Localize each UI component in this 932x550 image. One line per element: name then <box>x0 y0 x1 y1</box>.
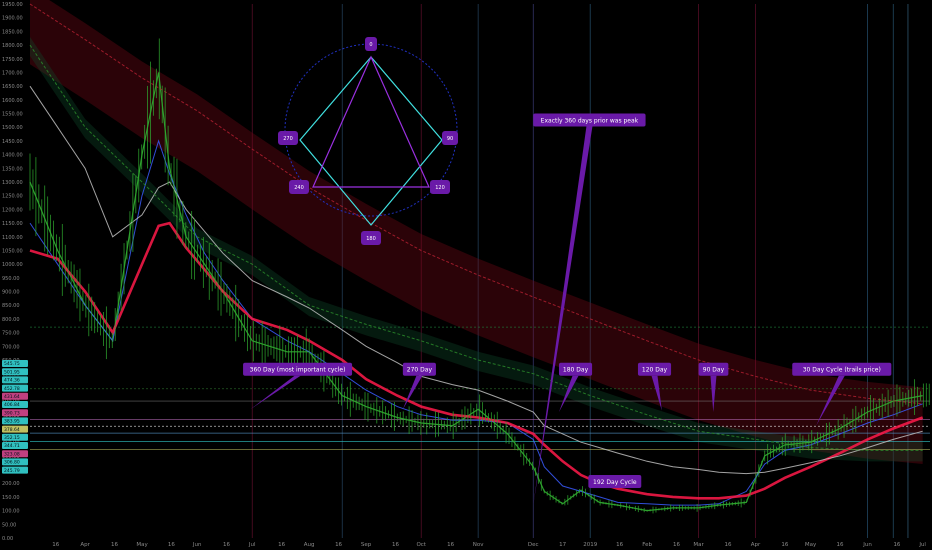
y-tick-label: 0.00 <box>2 536 13 542</box>
annotation-label: Exactly 360 days prior was peak <box>541 118 639 125</box>
y-tick-label: 1950.00 <box>2 2 23 8</box>
x-tick-label: Sep <box>361 542 372 548</box>
y-tick-label: 1550.00 <box>2 112 23 118</box>
x-tick-label: 16 <box>837 542 844 548</box>
y-tick-label: 1500.00 <box>2 125 23 131</box>
annotation-label: 192 Day Cycle <box>593 479 637 486</box>
price-tag-label: 406.84 <box>4 402 20 408</box>
y-tick-label: 1300.00 <box>2 180 23 186</box>
annotation-label: 120 Day <box>642 367 668 374</box>
x-tick-label: 16 <box>223 542 230 548</box>
x-tick-label: May <box>136 542 148 548</box>
x-tick-label: Mar <box>693 542 704 548</box>
y-tick-label: 1700.00 <box>2 70 23 76</box>
y-tick-label: 150.00 <box>2 495 20 501</box>
y-tick-label: 1650.00 <box>2 84 23 90</box>
cycle-degree-label: 90 <box>447 136 453 142</box>
y-tick-label: 900.00 <box>2 290 20 296</box>
y-tick-label: 50.00 <box>2 522 16 528</box>
x-tick-label: Dec <box>528 542 539 548</box>
annotation-label: 90 Day <box>703 367 725 374</box>
x-tick-label: 2019 <box>583 542 597 548</box>
price-tag-label: 352.15 <box>4 435 20 441</box>
x-tick-label: Feb <box>642 542 652 548</box>
x-tick-label: Jul <box>248 542 256 548</box>
cycle-degree-label: 120 <box>435 185 445 191</box>
price-tag-label: 344.71 <box>4 443 20 449</box>
x-tick-label: Apr <box>751 542 761 548</box>
annotation-label: 30 Day Cycle (trails price) <box>803 367 881 374</box>
annotation-label: 180 Day <box>563 367 589 374</box>
y-tick-label: 1850.00 <box>2 29 23 35</box>
x-tick-label: 16 <box>616 542 623 548</box>
y-tick-label: 950.00 <box>2 276 20 282</box>
x-tick-label: 16 <box>168 542 175 548</box>
x-tick-label: 16 <box>335 542 342 548</box>
x-tick-label: 16 <box>278 542 285 548</box>
price-tag-label: 245.79 <box>4 468 20 474</box>
y-tick-label: 1600.00 <box>2 98 23 104</box>
x-tick-label: Nov <box>473 542 484 548</box>
x-tick-label: 16 <box>111 542 118 548</box>
y-tick-label: 1350.00 <box>2 166 23 172</box>
cycle-degree-label: 270 <box>283 136 293 142</box>
x-tick-label: 17 <box>559 542 566 548</box>
y-tick-label: 100.00 <box>2 509 20 515</box>
y-tick-label: 1800.00 <box>2 43 23 49</box>
y-tick-label: 200.00 <box>2 481 20 487</box>
y-tick-label: 1450.00 <box>2 139 23 145</box>
y-tick-label: 700.00 <box>2 344 20 350</box>
y-tick-label: 1100.00 <box>2 235 23 241</box>
y-tick-label: 1200.00 <box>2 207 23 213</box>
price-tag-label: 390.73 <box>4 410 20 416</box>
x-tick-label: 16 <box>781 542 788 548</box>
x-tick-label: May <box>805 542 817 548</box>
y-tick-label: 750.00 <box>2 331 20 337</box>
price-tag-label: 323.08 <box>4 451 20 457</box>
price-tag-label: 383.95 <box>4 419 20 425</box>
x-tick-label: Aug <box>304 542 315 548</box>
cycle-degree-label: 180 <box>366 236 376 242</box>
cycle-degree-label: 240 <box>294 185 304 191</box>
y-tick-label: 850.00 <box>2 303 20 309</box>
annotation-label: 270 Day <box>407 367 433 374</box>
price-tag-label: 474.36 <box>4 378 20 384</box>
y-tick-label: 1750.00 <box>2 57 23 63</box>
x-tick-label: 16 <box>673 542 680 548</box>
price-tag-label: 306.80 <box>4 460 20 466</box>
x-tick-label: Jun <box>862 542 872 548</box>
x-tick-label: 16 <box>52 542 59 548</box>
x-tick-label: 16 <box>447 542 454 548</box>
x-tick-label: Jul <box>918 542 926 548</box>
y-tick-label: 1900.00 <box>2 16 23 22</box>
x-tick-label: Apr <box>80 542 90 548</box>
y-tick-label: 1250.00 <box>2 194 23 200</box>
x-tick-label: 16 <box>893 542 900 548</box>
y-tick-label: 1150.00 <box>2 221 23 227</box>
x-tick-label: Jun <box>192 542 202 548</box>
y-tick-label: 800.00 <box>2 317 20 323</box>
x-tick-label: Oct <box>416 542 426 548</box>
price-tag-label: 378.64 <box>4 427 20 433</box>
price-tag-label: 545.75 <box>4 361 20 367</box>
price-tag-label: 501.95 <box>4 369 20 375</box>
y-tick-label: 1400.00 <box>2 153 23 159</box>
x-tick-label: 16 <box>724 542 731 548</box>
price-tag-label: 452.78 <box>4 386 20 392</box>
y-tick-label: 1050.00 <box>2 248 23 254</box>
cycle-degree-label: 0 <box>369 42 372 48</box>
annotation-label: 360 Day (most important cycle) <box>250 367 346 374</box>
price-tag-label: 431.64 <box>4 394 20 400</box>
y-tick-label: 1000.00 <box>2 262 23 268</box>
x-tick-label: 16 <box>392 542 399 548</box>
price-chart[interactable]: 1950.001900.001850.001800.001750.001700.… <box>0 0 932 550</box>
